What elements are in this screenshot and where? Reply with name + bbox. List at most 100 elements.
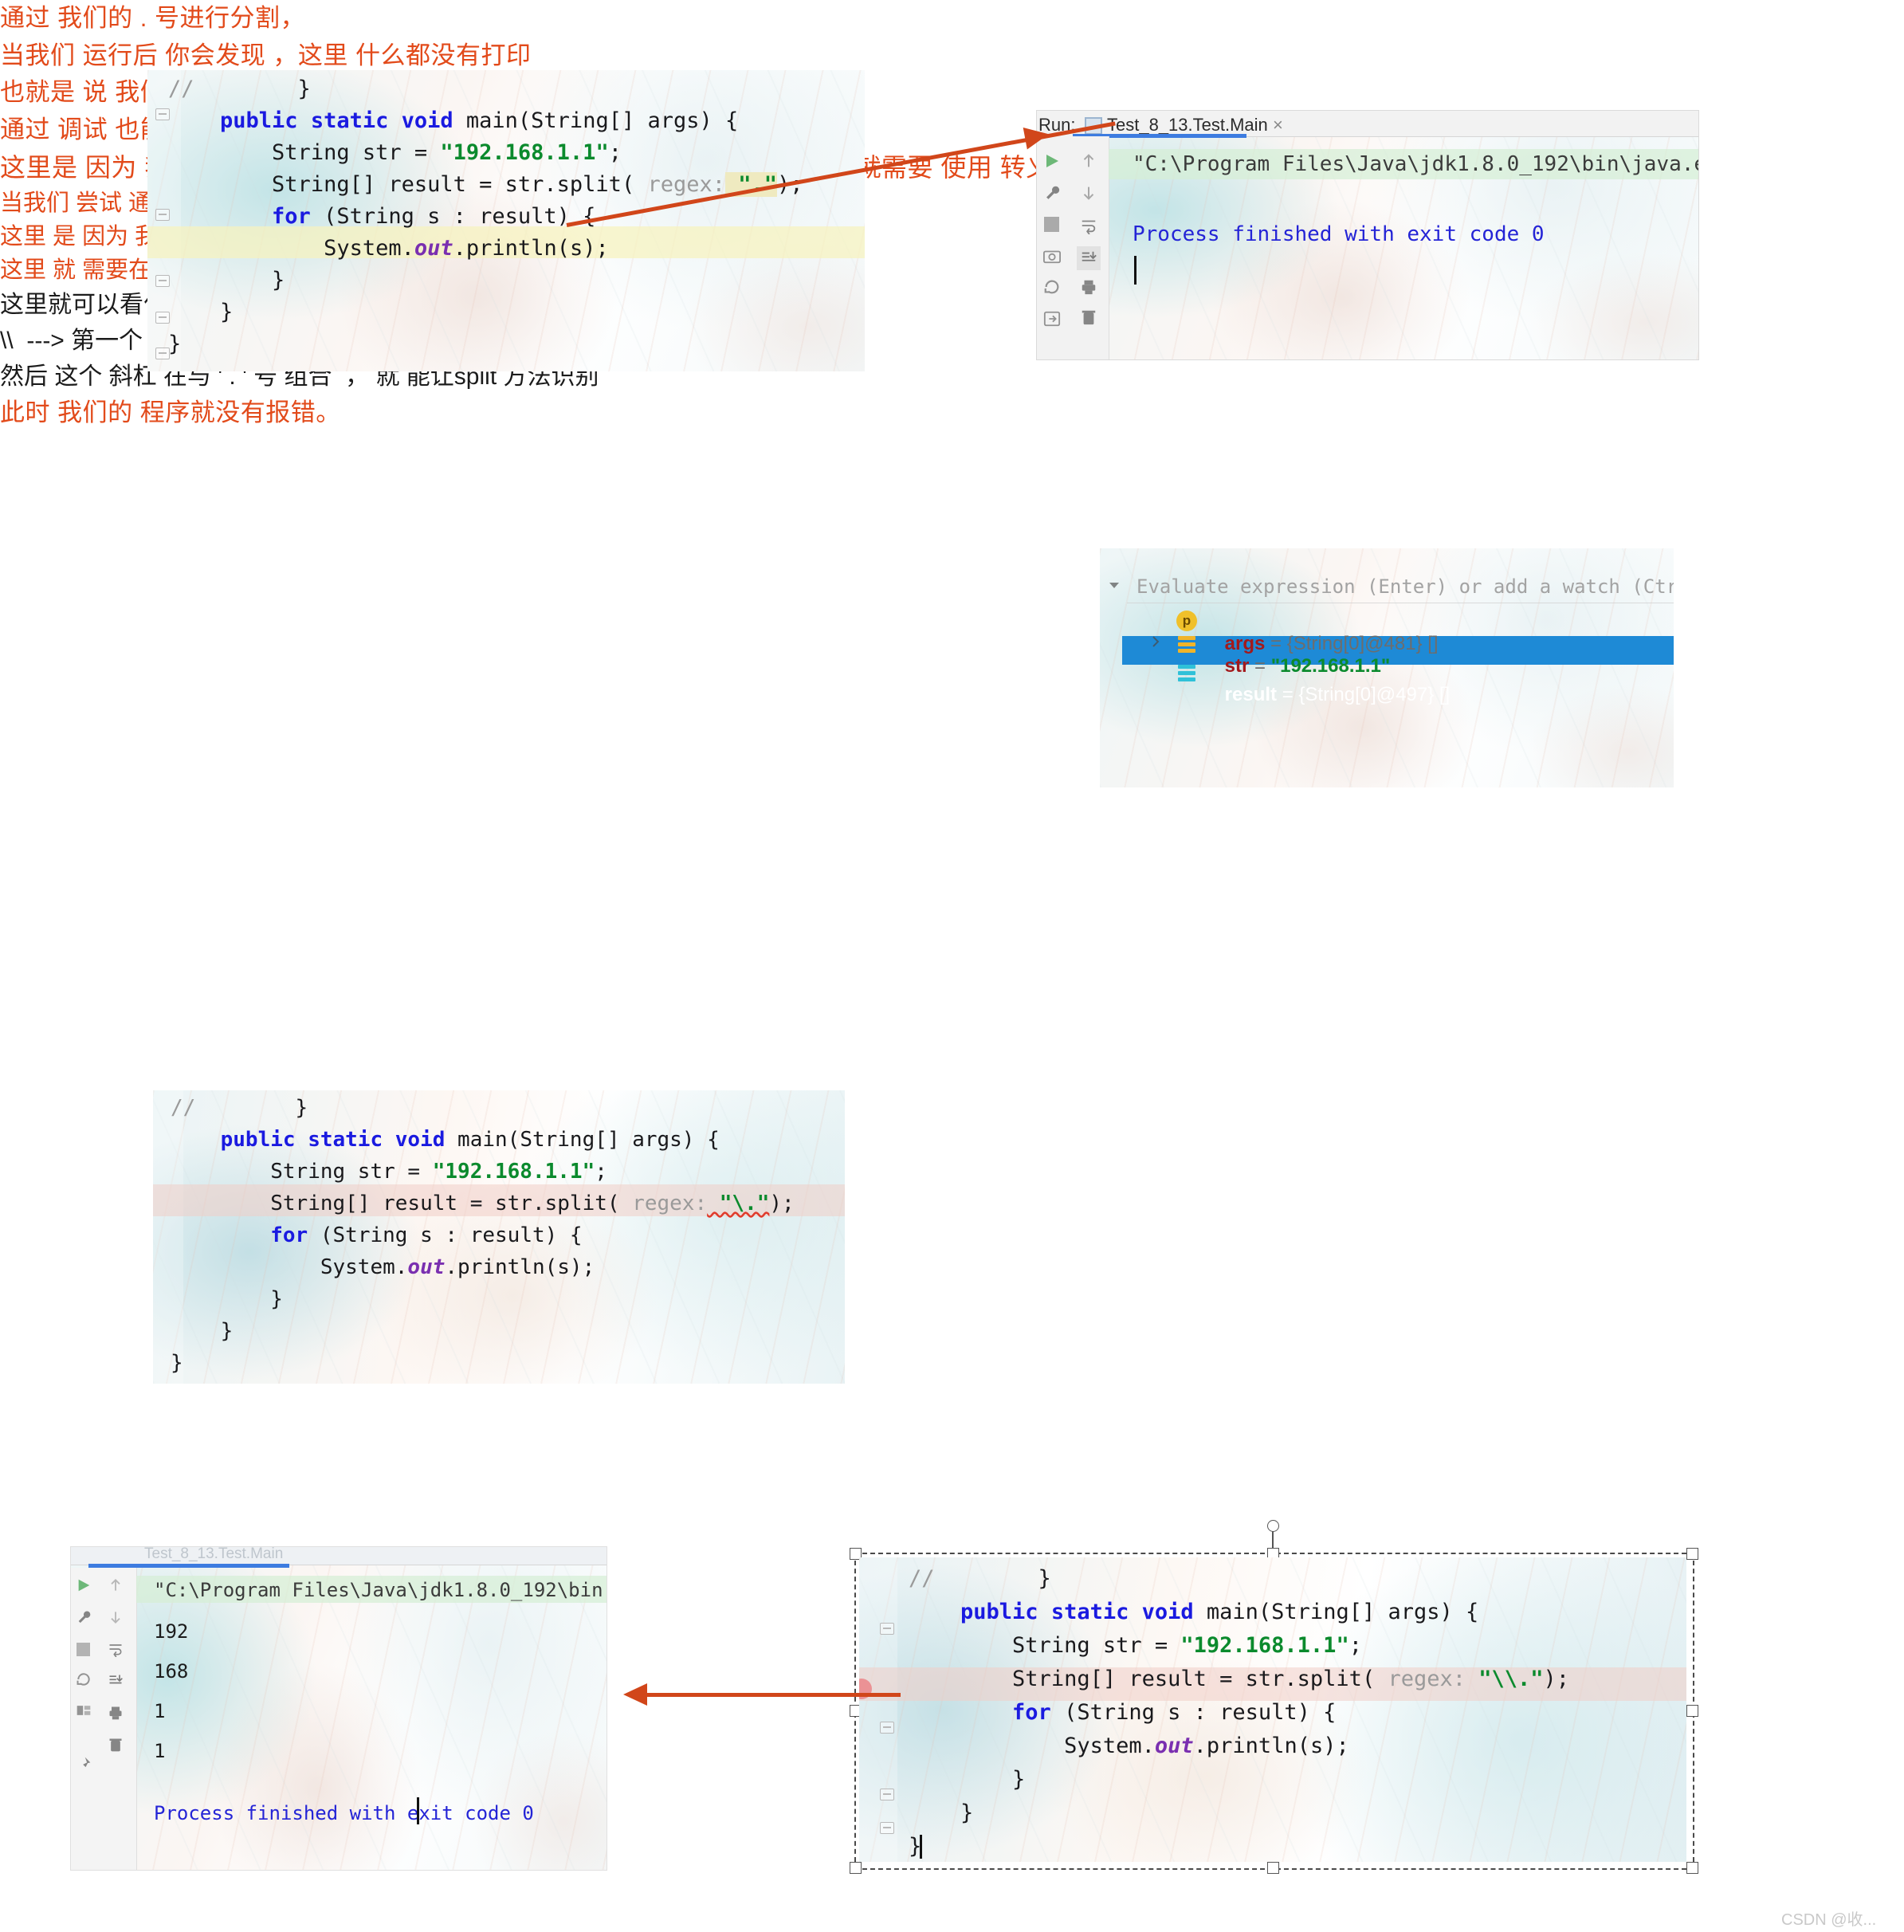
evaluate-expression-input[interactable]: Evaluate expression (Enter) or add a wat… xyxy=(1137,575,1674,598)
resize-handle-sw[interactable] xyxy=(850,1862,862,1874)
code-line: public static void main(String[] args) { xyxy=(168,105,803,137)
run-icon[interactable] xyxy=(76,1577,92,1597)
caption-nothing-printed: 当我们 运行后 你会发现 ，这里 什么都没有打印 xyxy=(0,41,532,69)
code-string: "192.168.1.1" xyxy=(440,140,609,165)
code-text: main(String[] args) { xyxy=(465,108,739,133)
code-string: "192.168.1.1" xyxy=(1180,1633,1349,1658)
soft-wrap-icon[interactable] xyxy=(1080,217,1097,238)
code-text: } xyxy=(272,268,285,293)
code-text: System. xyxy=(324,236,414,261)
rerun-icon[interactable] xyxy=(1043,278,1061,300)
code-text: ; xyxy=(608,140,622,165)
wrench-icon[interactable] xyxy=(1043,184,1061,206)
expand-chevron-icon[interactable] xyxy=(1149,634,1162,653)
code-line: String str = "192.168.1.1"; xyxy=(909,1629,1569,1663)
evaluate-row-selected[interactable]: result = {String[0]@497} [] xyxy=(1203,662,1451,728)
code-line: String[] result = str.split( regex: "\\.… xyxy=(909,1663,1569,1696)
evaluate-panel-screenshot: Evaluate expression (Enter) or add a wat… xyxy=(1100,548,1674,787)
rerun-icon[interactable] xyxy=(76,1671,92,1691)
arrow-code-to-console xyxy=(646,1693,901,1697)
resize-handle-se[interactable] xyxy=(1686,1862,1698,1874)
console-caret xyxy=(1134,256,1137,285)
fold-marker[interactable] xyxy=(880,1722,894,1734)
code-text: ); xyxy=(769,1192,795,1215)
editor-screenshot-3[interactable]: // } public static void main(String[] ar… xyxy=(859,1557,1686,1862)
variable-value: {String[0]@497} [] xyxy=(1298,684,1451,705)
code-text: } xyxy=(220,1319,234,1343)
code-string-error: "\." xyxy=(707,1192,770,1215)
code-keyword: public static void xyxy=(220,1128,458,1152)
code-text: String[] result = str.split( xyxy=(1012,1667,1388,1691)
variable-name: result xyxy=(1224,684,1278,705)
editor-gutter xyxy=(859,1557,897,1862)
code-line: System.out.println(s); xyxy=(909,1730,1569,1763)
code-text: (String s : result) { xyxy=(1064,1700,1337,1725)
resize-handle-e[interactable] xyxy=(1686,1705,1698,1717)
scroll-end-icon[interactable] xyxy=(1077,246,1101,270)
editor-screenshot-2: // } public static void main(String[] ar… xyxy=(153,1090,845,1384)
console-tab-title-faint[interactable]: Test_8_13.Test.Main xyxy=(144,1547,283,1563)
code-text: String[] result = str.split( xyxy=(270,1192,633,1215)
up-arrow-icon[interactable] xyxy=(1080,152,1097,174)
code-text: } xyxy=(171,1351,183,1375)
layout-icon[interactable] xyxy=(76,1703,92,1722)
down-arrow-icon[interactable] xyxy=(1080,184,1097,206)
editor-code[interactable]: // } public static void main(String[] ar… xyxy=(909,1562,1569,1862)
code-line: // } xyxy=(909,1562,1569,1596)
code-text: ); xyxy=(1543,1667,1570,1691)
console-output-line: 1 xyxy=(154,1740,166,1762)
array-badge-icon xyxy=(1178,665,1195,685)
code-line: for (String s : result) { xyxy=(171,1219,795,1251)
print-icon[interactable] xyxy=(108,1705,124,1725)
fold-marker[interactable] xyxy=(880,1789,894,1800)
code-keyword: public static void xyxy=(220,108,466,133)
fold-marker[interactable] xyxy=(880,1623,894,1635)
code-keyword: for xyxy=(272,204,324,229)
down-arrow-icon[interactable] xyxy=(108,1609,124,1629)
wrench-icon[interactable] xyxy=(76,1609,92,1629)
parameter-badge-icon: p xyxy=(1176,611,1197,631)
code-line: public static void main(String[] args) { xyxy=(171,1124,795,1156)
code-text: .println(s); xyxy=(453,236,609,261)
editor-code[interactable]: // } public static void main(String[] ar… xyxy=(171,1092,795,1379)
stop-icon[interactable] xyxy=(77,1643,90,1656)
code-field: out xyxy=(1154,1734,1194,1758)
code-line: } xyxy=(168,296,803,328)
trash-icon[interactable] xyxy=(108,1737,124,1757)
code-keyword: for xyxy=(1012,1700,1065,1725)
code-text: ; xyxy=(1349,1633,1362,1658)
code-line: // } xyxy=(168,73,803,105)
chevron-down-icon[interactable] xyxy=(1106,577,1122,597)
resize-handle-ne[interactable] xyxy=(1686,1548,1698,1560)
code-text: } xyxy=(270,1287,283,1311)
fold-marker[interactable] xyxy=(880,1822,894,1834)
caption-no-error: 此时 我们的 程序就没有报错。 xyxy=(0,399,341,427)
trash-icon[interactable] xyxy=(1080,308,1097,330)
pin-icon[interactable] xyxy=(76,1756,92,1776)
camera-icon[interactable] xyxy=(1043,248,1061,268)
console-tab-title[interactable]: Test_8_13.Test.Main xyxy=(1107,115,1268,135)
scroll-end-icon[interactable] xyxy=(108,1673,124,1693)
code-text: } xyxy=(1012,1767,1026,1792)
up-arrow-icon[interactable] xyxy=(108,1577,124,1597)
close-icon[interactable]: × xyxy=(1273,115,1283,135)
export-icon[interactable] xyxy=(1043,310,1061,332)
code-param-hint: // xyxy=(171,1096,196,1120)
console-output-line: 192 xyxy=(154,1620,189,1643)
variable-eq: = xyxy=(1277,684,1299,705)
print-icon[interactable] xyxy=(1080,278,1097,300)
console-caret xyxy=(417,1797,419,1824)
run-icon[interactable] xyxy=(1043,152,1061,174)
stop-icon[interactable] xyxy=(1044,217,1059,232)
code-line: for (String s : result) { xyxy=(909,1696,1569,1730)
soft-wrap-icon[interactable] xyxy=(108,1641,124,1661)
rotation-handle[interactable] xyxy=(1267,1520,1279,1532)
code-text: } xyxy=(960,1800,974,1825)
console-exit-line: Process finished with exit code 0 xyxy=(1133,222,1545,246)
editor-code[interactable]: // } public static void main(String[] ar… xyxy=(168,73,803,360)
code-line: } xyxy=(909,1763,1569,1797)
code-text: String str = xyxy=(272,140,441,165)
resize-handle-s[interactable] xyxy=(1267,1862,1279,1874)
code-keyword: public static void xyxy=(960,1600,1207,1624)
code-text: main(String[] args) { xyxy=(457,1128,720,1152)
